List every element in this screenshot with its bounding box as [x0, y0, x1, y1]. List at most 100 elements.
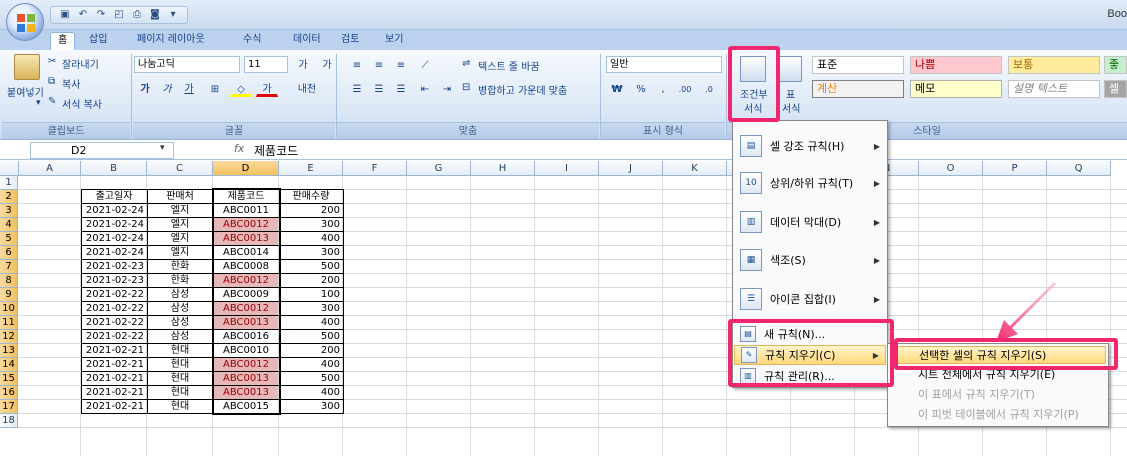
- copy-button[interactable]: 복사: [62, 76, 80, 91]
- table-header-cell[interactable]: 판매처: [148, 190, 212, 203]
- office-button[interactable]: [6, 3, 44, 41]
- table-cell[interactable]: 현대: [148, 386, 212, 399]
- column-header[interactable]: E: [279, 161, 343, 176]
- print-preview-icon[interactable]: ◰: [111, 8, 127, 22]
- align-bottom-icon[interactable]: ≡: [390, 56, 412, 73]
- row-header[interactable]: 8: [0, 274, 18, 288]
- table-cell[interactable]: 2021-02-21: [82, 358, 146, 371]
- row-header[interactable]: 12: [0, 330, 18, 344]
- table-cell[interactable]: ABC0012: [214, 218, 278, 231]
- table-cell[interactable]: 2021-02-23: [82, 274, 146, 287]
- menu-clear-rules[interactable]: ✎ 규칙 지우기(C) ▶: [734, 345, 886, 365]
- row-header[interactable]: 11: [0, 316, 18, 330]
- style-good[interactable]: 좋: [1104, 56, 1127, 74]
- fx-icon[interactable]: fx: [234, 142, 244, 155]
- border-icon[interactable]: ⊞: [204, 80, 226, 97]
- style-bad[interactable]: 나쁨: [910, 56, 1002, 74]
- format-as-table-label-2[interactable]: 서식: [782, 100, 800, 115]
- table-cell[interactable]: 2021-02-24: [82, 246, 146, 259]
- style-neutral[interactable]: 보통: [1008, 56, 1100, 74]
- row-header[interactable]: 1: [0, 176, 18, 190]
- clear-entire-sheet-rules[interactable]: 시트 전체에서 규칙 지우기(E): [890, 366, 1106, 384]
- align-center-icon[interactable]: ☰: [368, 80, 390, 97]
- table-cell[interactable]: 엘지: [148, 232, 212, 245]
- number-format-combo[interactable]: 일반: [606, 56, 722, 73]
- shrink-font-icon[interactable]: 가: [316, 56, 338, 73]
- undo-icon[interactable]: ↶: [75, 8, 91, 22]
- fill-color-icon[interactable]: ◇: [230, 80, 252, 97]
- name-box-dropdown-icon[interactable]: ▾: [160, 143, 165, 153]
- table-cell[interactable]: 엘지: [148, 246, 212, 259]
- table-cell[interactable]: 2021-02-21: [82, 400, 146, 413]
- tab-data[interactable]: 데이터: [286, 32, 328, 50]
- column-header[interactable]: Q: [1047, 161, 1111, 176]
- conditional-format-label-2[interactable]: 서식: [744, 100, 762, 115]
- save-icon[interactable]: ▣: [57, 8, 73, 22]
- table-cell[interactable]: ABC0013: [214, 372, 278, 385]
- table-cell[interactable]: 400: [280, 358, 342, 371]
- phonetic-icon[interactable]: 내천: [290, 80, 324, 97]
- table-cell[interactable]: 400: [280, 232, 342, 245]
- table-cell[interactable]: ABC0013: [214, 316, 278, 329]
- tab-review[interactable]: 검토: [334, 32, 366, 50]
- row-header[interactable]: 9: [0, 288, 18, 302]
- style-calculation[interactable]: 계산: [812, 80, 904, 98]
- table-cell[interactable]: ABC0014: [214, 246, 278, 259]
- menu-data-bars[interactable]: ▥ 데이터 막대(D) ▶: [734, 205, 886, 239]
- table-cell[interactable]: 삼성: [148, 316, 212, 329]
- underline-icon[interactable]: 가: [178, 80, 200, 97]
- cut-button[interactable]: 잘라내기: [62, 56, 99, 71]
- style-note[interactable]: 메모: [910, 80, 1002, 98]
- row-header[interactable]: 7: [0, 260, 18, 274]
- increase-decimal-icon[interactable]: .00: [674, 80, 696, 97]
- column-header[interactable]: A: [19, 161, 81, 176]
- decrease-indent-icon[interactable]: ⇤: [414, 80, 436, 97]
- align-top-icon[interactable]: ≡: [346, 56, 368, 73]
- column-header[interactable]: F: [343, 161, 407, 176]
- table-cell[interactable]: 500: [280, 372, 342, 385]
- table-cell[interactable]: 2021-02-24: [82, 204, 146, 217]
- table-cell[interactable]: 300: [280, 302, 342, 315]
- table-cell[interactable]: 300: [280, 218, 342, 231]
- tab-page-layout[interactable]: 페이지 레이아웃: [130, 32, 212, 50]
- table-cell[interactable]: 300: [280, 400, 342, 413]
- table-cell[interactable]: ABC0010: [214, 344, 278, 357]
- table-cell[interactable]: 500: [280, 260, 342, 273]
- increase-indent-icon[interactable]: ⇥: [436, 80, 458, 97]
- table-cell[interactable]: 엘지: [148, 204, 212, 217]
- table-cell[interactable]: ABC0011: [214, 204, 278, 217]
- align-middle-icon[interactable]: ≡: [368, 56, 390, 73]
- table-header-cell[interactable]: 출고일자: [82, 190, 146, 203]
- tab-home[interactable]: 홈: [50, 32, 76, 50]
- menu-top-bottom-rules[interactable]: 10 상위/하위 규칙(T) ▶: [734, 166, 886, 200]
- currency-icon[interactable]: ₩: [606, 80, 628, 97]
- table-cell[interactable]: ABC0015: [214, 400, 278, 413]
- table-header-cell[interactable]: 제품코드: [214, 190, 278, 203]
- tab-insert[interactable]: 삽입: [82, 32, 114, 50]
- table-header-cell[interactable]: 판매수량: [280, 190, 342, 203]
- paste-button[interactable]: 붙여넣기: [7, 84, 44, 99]
- table-cell[interactable]: ABC0016: [214, 330, 278, 343]
- column-header[interactable]: O: [919, 161, 983, 176]
- menu-highlight-cells-rules[interactable]: ▤ 셀 강조 규칙(H) ▶: [734, 129, 886, 163]
- table-cell[interactable]: ABC0013: [214, 232, 278, 245]
- italic-icon[interactable]: 가: [156, 80, 178, 97]
- name-box[interactable]: D2: [30, 142, 174, 159]
- table-cell[interactable]: 현대: [148, 358, 212, 371]
- decrease-decimal-icon[interactable]: .0: [698, 80, 720, 97]
- font-name-combo[interactable]: 나눔고딕: [134, 56, 240, 73]
- customize-qat-icon[interactable]: ▾: [165, 8, 181, 22]
- table-cell[interactable]: 2021-02-21: [82, 372, 146, 385]
- style-explanatory[interactable]: 설명 텍스트: [1008, 80, 1100, 98]
- column-header[interactable]: H: [471, 161, 535, 176]
- row-header[interactable]: 10: [0, 302, 18, 316]
- font-color-icon[interactable]: 가: [256, 80, 278, 97]
- table-cell[interactable]: ABC0012: [214, 302, 278, 315]
- wrap-text-button[interactable]: 텍스트 줄 바꿈: [478, 58, 540, 73]
- table-cell[interactable]: 삼성: [148, 330, 212, 343]
- font-size-combo[interactable]: 11: [244, 56, 288, 73]
- column-header[interactable]: P: [983, 161, 1047, 176]
- table-cell[interactable]: 2021-02-22: [82, 316, 146, 329]
- table-cell[interactable]: 500: [280, 330, 342, 343]
- table-cell[interactable]: 2021-02-22: [82, 302, 146, 315]
